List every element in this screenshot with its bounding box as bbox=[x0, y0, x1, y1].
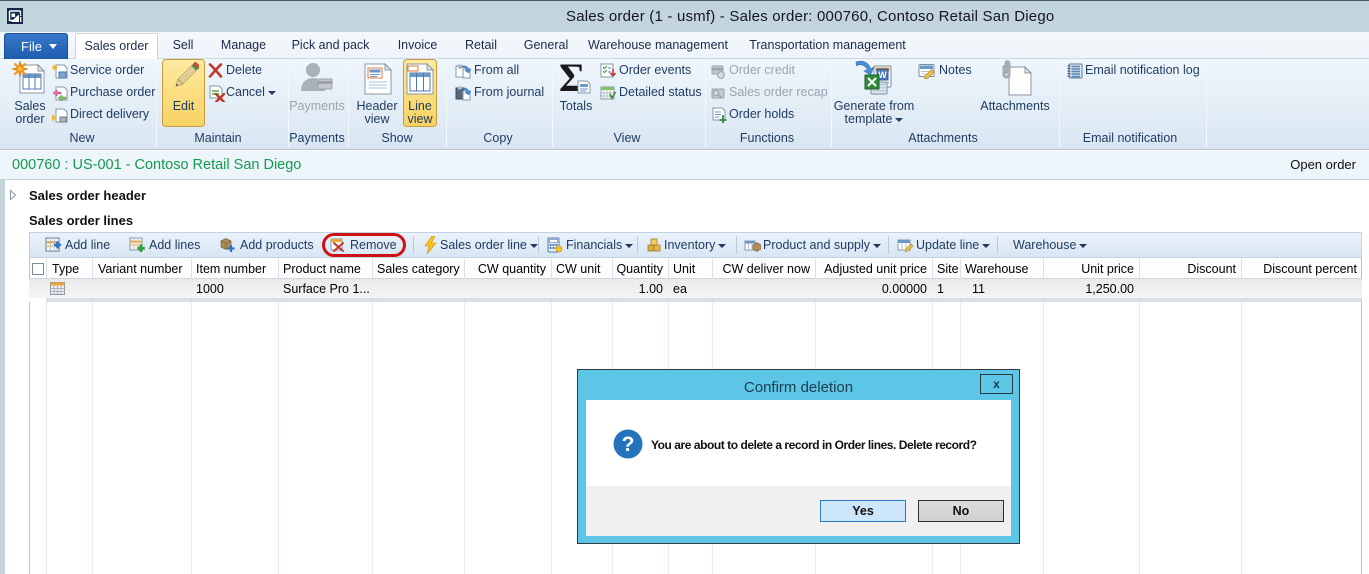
svg-text:?: ? bbox=[622, 433, 635, 456]
svg-text:W: W bbox=[878, 70, 887, 80]
